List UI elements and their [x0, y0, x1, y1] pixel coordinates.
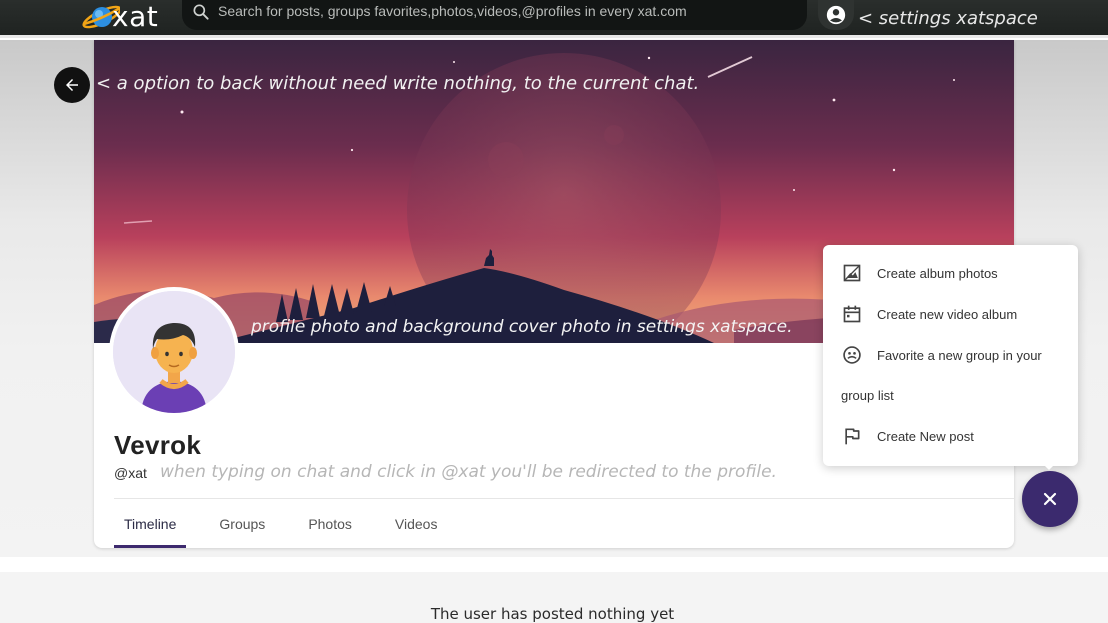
profile-handle: @xat: [114, 465, 147, 481]
menu-pointer: [1041, 462, 1057, 470]
redirect-annotation: when typing on chat and click in @xat yo…: [160, 462, 777, 482]
user-avatar-icon: [113, 291, 235, 413]
flag-icon: [845, 428, 860, 445]
image-icon: [843, 264, 861, 282]
back-button[interactable]: [54, 67, 90, 103]
profile-name: Vevrok: [114, 430, 202, 460]
menu-item-favorite-group[interactable]: Favorite a new group in your: [823, 335, 1078, 375]
menu-item-label-continued: group list: [841, 388, 894, 403]
calendar-icon: [843, 305, 861, 323]
profile-tabs: Timeline Groups Photos Videos: [114, 499, 470, 549]
group-icon: [843, 346, 861, 364]
menu-item-label: Create New post: [877, 428, 974, 444]
avatar: [113, 291, 235, 413]
tab-groups[interactable]: Groups: [209, 499, 275, 548]
search-input[interactable]: [218, 0, 788, 22]
back-annotation: < a option to back without need write no…: [96, 73, 700, 94]
tab-photos[interactable]: Photos: [298, 499, 362, 548]
search-icon: [193, 4, 209, 20]
create-menu: Create album photos Create new video alb…: [823, 245, 1078, 466]
menu-item-label: Favorite a new group in your: [877, 347, 1042, 363]
tab-timeline[interactable]: Timeline: [114, 499, 187, 548]
account-circle-icon: [826, 5, 846, 25]
search-bar[interactable]: [182, 0, 807, 30]
menu-item-label: Create album photos: [877, 265, 998, 281]
menu-item-create-video-album[interactable]: Create new video album: [823, 294, 1078, 334]
close-menu-button[interactable]: [1022, 471, 1078, 527]
logo-text: xat: [112, 0, 159, 33]
tab-videos[interactable]: Videos: [385, 499, 448, 548]
xat-logo[interactable]: xat: [80, 0, 158, 34]
cover-annotation: profile photo and background cover photo…: [251, 317, 793, 337]
menu-item-label: Create new video album: [877, 306, 1018, 322]
account-button[interactable]: [818, 0, 854, 30]
top-bar: xat < settings xatspace: [0, 0, 1108, 38]
profile-avatar[interactable]: [109, 287, 239, 417]
settings-annotation: < settings xatspace: [858, 8, 1038, 29]
menu-item-create-album-photos[interactable]: Create album photos: [823, 253, 1078, 293]
menu-item-create-new-post[interactable]: Create New post: [823, 416, 1078, 456]
empty-posts-message: The user has posted nothing yet: [430, 605, 675, 623]
close-icon: [1043, 492, 1057, 506]
arrow-left-icon: [66, 79, 78, 91]
